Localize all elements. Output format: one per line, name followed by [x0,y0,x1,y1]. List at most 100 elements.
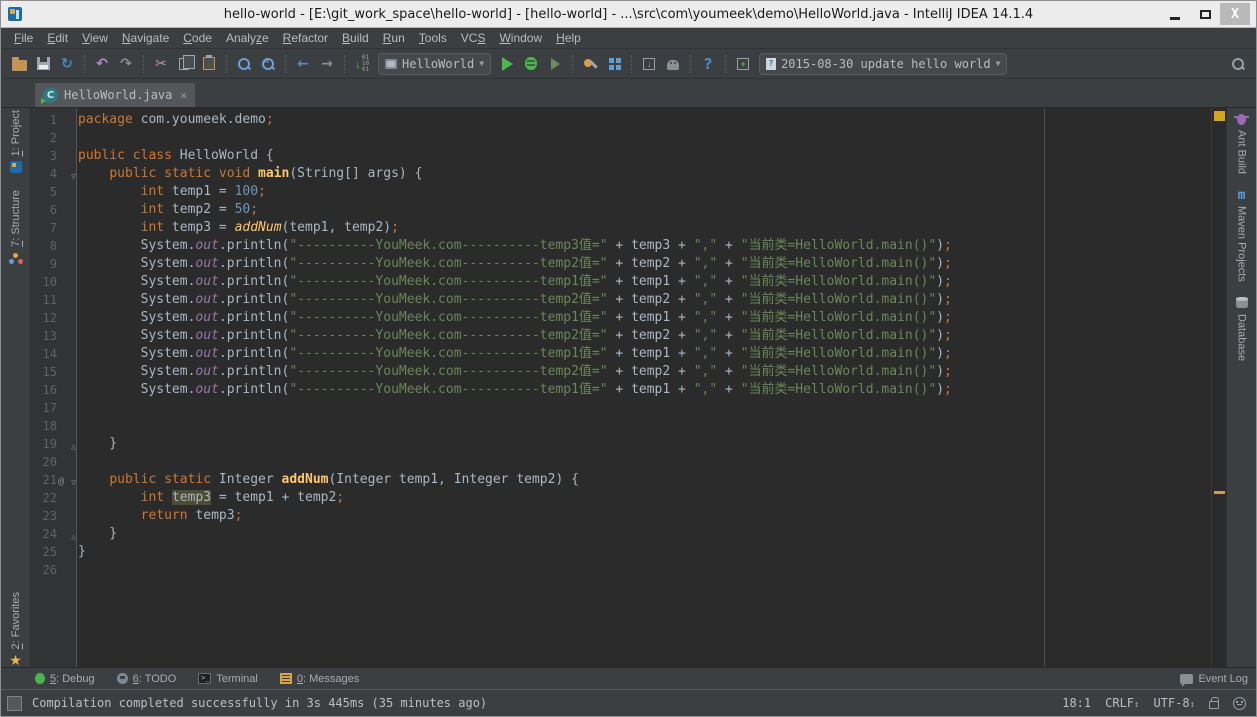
line-number[interactable]: 9 [31,255,57,273]
tool-button-database[interactable]: Database [1235,296,1249,361]
debug-icon[interactable] [520,53,542,75]
line-number[interactable]: 25 [31,543,57,561]
line-number[interactable]: 17 [31,399,57,417]
gutter-marks[interactable] [57,381,78,399]
close-button[interactable]: X [1220,3,1250,25]
paste-icon[interactable] [198,53,220,75]
code-line[interactable]: 6 int temp2 = 50; [31,201,1211,219]
code-line[interactable]: 8 System.out.println("----------YouMeek.… [31,237,1211,255]
line-number[interactable]: 19 [31,435,57,453]
line-number[interactable]: 13 [31,327,57,345]
line-number[interactable]: 16 [31,381,57,399]
gutter-marks[interactable] [57,183,78,201]
gutter-marks[interactable] [57,219,78,237]
line-number[interactable]: 14 [31,345,57,363]
warning-stripe-mark[interactable] [1214,491,1225,494]
menu-vcs[interactable]: VCS [454,29,493,47]
line-number[interactable]: 5 [31,183,57,201]
code-line[interactable]: 4▽ public static void main(String[] args… [31,165,1211,183]
code-line[interactable]: 21@▽ public static Integer addNum(Intege… [31,471,1211,489]
menu-file[interactable]: File [7,29,40,47]
code-line[interactable]: 22 int temp3 = temp1 + temp2; [31,489,1211,507]
save-icon[interactable] [32,53,54,75]
gutter-marks[interactable] [57,327,78,345]
find-icon[interactable] [233,53,255,75]
run-icon[interactable] [496,53,518,75]
code-line[interactable]: 24△ } [31,525,1211,543]
gutter-marks[interactable] [57,507,78,525]
line-number[interactable]: 20 [31,453,57,471]
synchronize-icon[interactable]: ↻ [56,53,78,75]
code-line[interactable]: 23 return temp3; [31,507,1211,525]
code-line[interactable]: 26 [31,561,1211,579]
gutter-marks[interactable] [57,147,78,165]
inspection-profile-icon[interactable] [1233,697,1246,710]
menu-window[interactable]: Window [492,29,549,47]
tool-button-6-todo[interactable]: 6: TODO [117,673,177,685]
code-line[interactable]: 9 System.out.println("----------YouMeek.… [31,255,1211,273]
code-line[interactable]: 25} [31,543,1211,561]
line-number[interactable]: 12 [31,309,57,327]
export-icon[interactable]: ↓ [638,53,660,75]
undo-icon[interactable]: ↶ [91,53,113,75]
tool-button-2-favorites[interactable]: 2: Favorites★ [9,592,23,667]
line-number[interactable]: 23 [31,507,57,525]
editor-scrollbar-error-stripe[interactable] [1211,108,1226,667]
gutter-marks[interactable] [57,255,78,273]
line-number[interactable]: 26 [31,561,57,579]
code-line[interactable]: 7 int temp3 = addNum(temp1, temp2); [31,219,1211,237]
encoding-selector[interactable]: UTF-8↕ [1153,696,1195,710]
menu-navigate[interactable]: Navigate [115,29,176,47]
gutter-marks[interactable] [57,129,78,147]
code-line[interactable]: 5 int temp1 = 100; [31,183,1211,201]
menu-view[interactable]: View [75,29,115,47]
gutter-marks[interactable]: @▽ [57,471,78,489]
code-line[interactable]: 15 System.out.println("----------YouMeek… [31,363,1211,381]
copy-icon[interactable] [174,53,196,75]
gutter-marks[interactable] [57,201,78,219]
open-icon[interactable] [8,53,30,75]
code-line[interactable]: 16 System.out.println("----------YouMeek… [31,381,1211,399]
project-structure-icon[interactable] [603,53,625,75]
code-line[interactable]: 2 [31,129,1211,147]
gutter-marks[interactable] [57,561,78,579]
code-line[interactable]: 14 System.out.println("----------YouMeek… [31,345,1211,363]
menu-edit[interactable]: Edit [40,29,75,47]
line-number[interactable]: 1 [31,111,57,129]
gutter-marks[interactable] [57,291,78,309]
tool-button-terminal[interactable]: >_Terminal [198,673,258,685]
event-log-button[interactable]: Event Log [1180,673,1248,685]
line-number[interactable]: 4 [31,165,57,183]
run-configuration-combo[interactable]: HelloWorld ▼ [378,53,491,75]
lock-icon[interactable] [1209,701,1219,709]
android-icon[interactable] [662,53,684,75]
line-number[interactable]: 7 [31,219,57,237]
menu-help[interactable]: Help [549,29,588,47]
line-number[interactable]: 22 [31,489,57,507]
gutter-marks[interactable] [57,363,78,381]
caret-position[interactable]: 18:1 [1062,696,1091,710]
cut-icon[interactable]: ✂ [150,53,172,75]
tool-button-maven-projects[interactable]: mMaven Projects [1235,188,1249,282]
line-number[interactable]: 18 [31,417,57,435]
code-line[interactable]: 19△ } [31,435,1211,453]
gutter-marks[interactable] [57,273,78,291]
code-line[interactable]: 3public class HelloWorld { [31,147,1211,165]
line-number[interactable]: 8 [31,237,57,255]
code-line[interactable]: 20 [31,453,1211,471]
line-number[interactable]: 6 [31,201,57,219]
menu-run[interactable]: Run [376,29,412,47]
menu-code[interactable]: Code [176,29,219,47]
gutter-marks[interactable]: △ [57,435,78,453]
tool-button-5-debug[interactable]: 5: Debug [35,673,95,685]
code-line[interactable]: 17 [31,399,1211,417]
tool-button-ant-build[interactable]: Ant Build [1235,112,1249,174]
vcs-message-combo[interactable]: ? 2015-08-30 update hello world ▼ [759,53,1007,75]
tool-button-0-messages[interactable]: 0: Messages [280,673,359,685]
update-project-icon[interactable]: + [732,53,754,75]
line-number[interactable]: 24 [31,525,57,543]
gutter-marks[interactable] [57,237,78,255]
tool-button-7-structure[interactable]: 7: Structure [9,190,23,265]
code-editor[interactable]: 1package com.youmeek.demo;23public class… [31,108,1211,667]
settings-icon[interactable] [579,53,601,75]
